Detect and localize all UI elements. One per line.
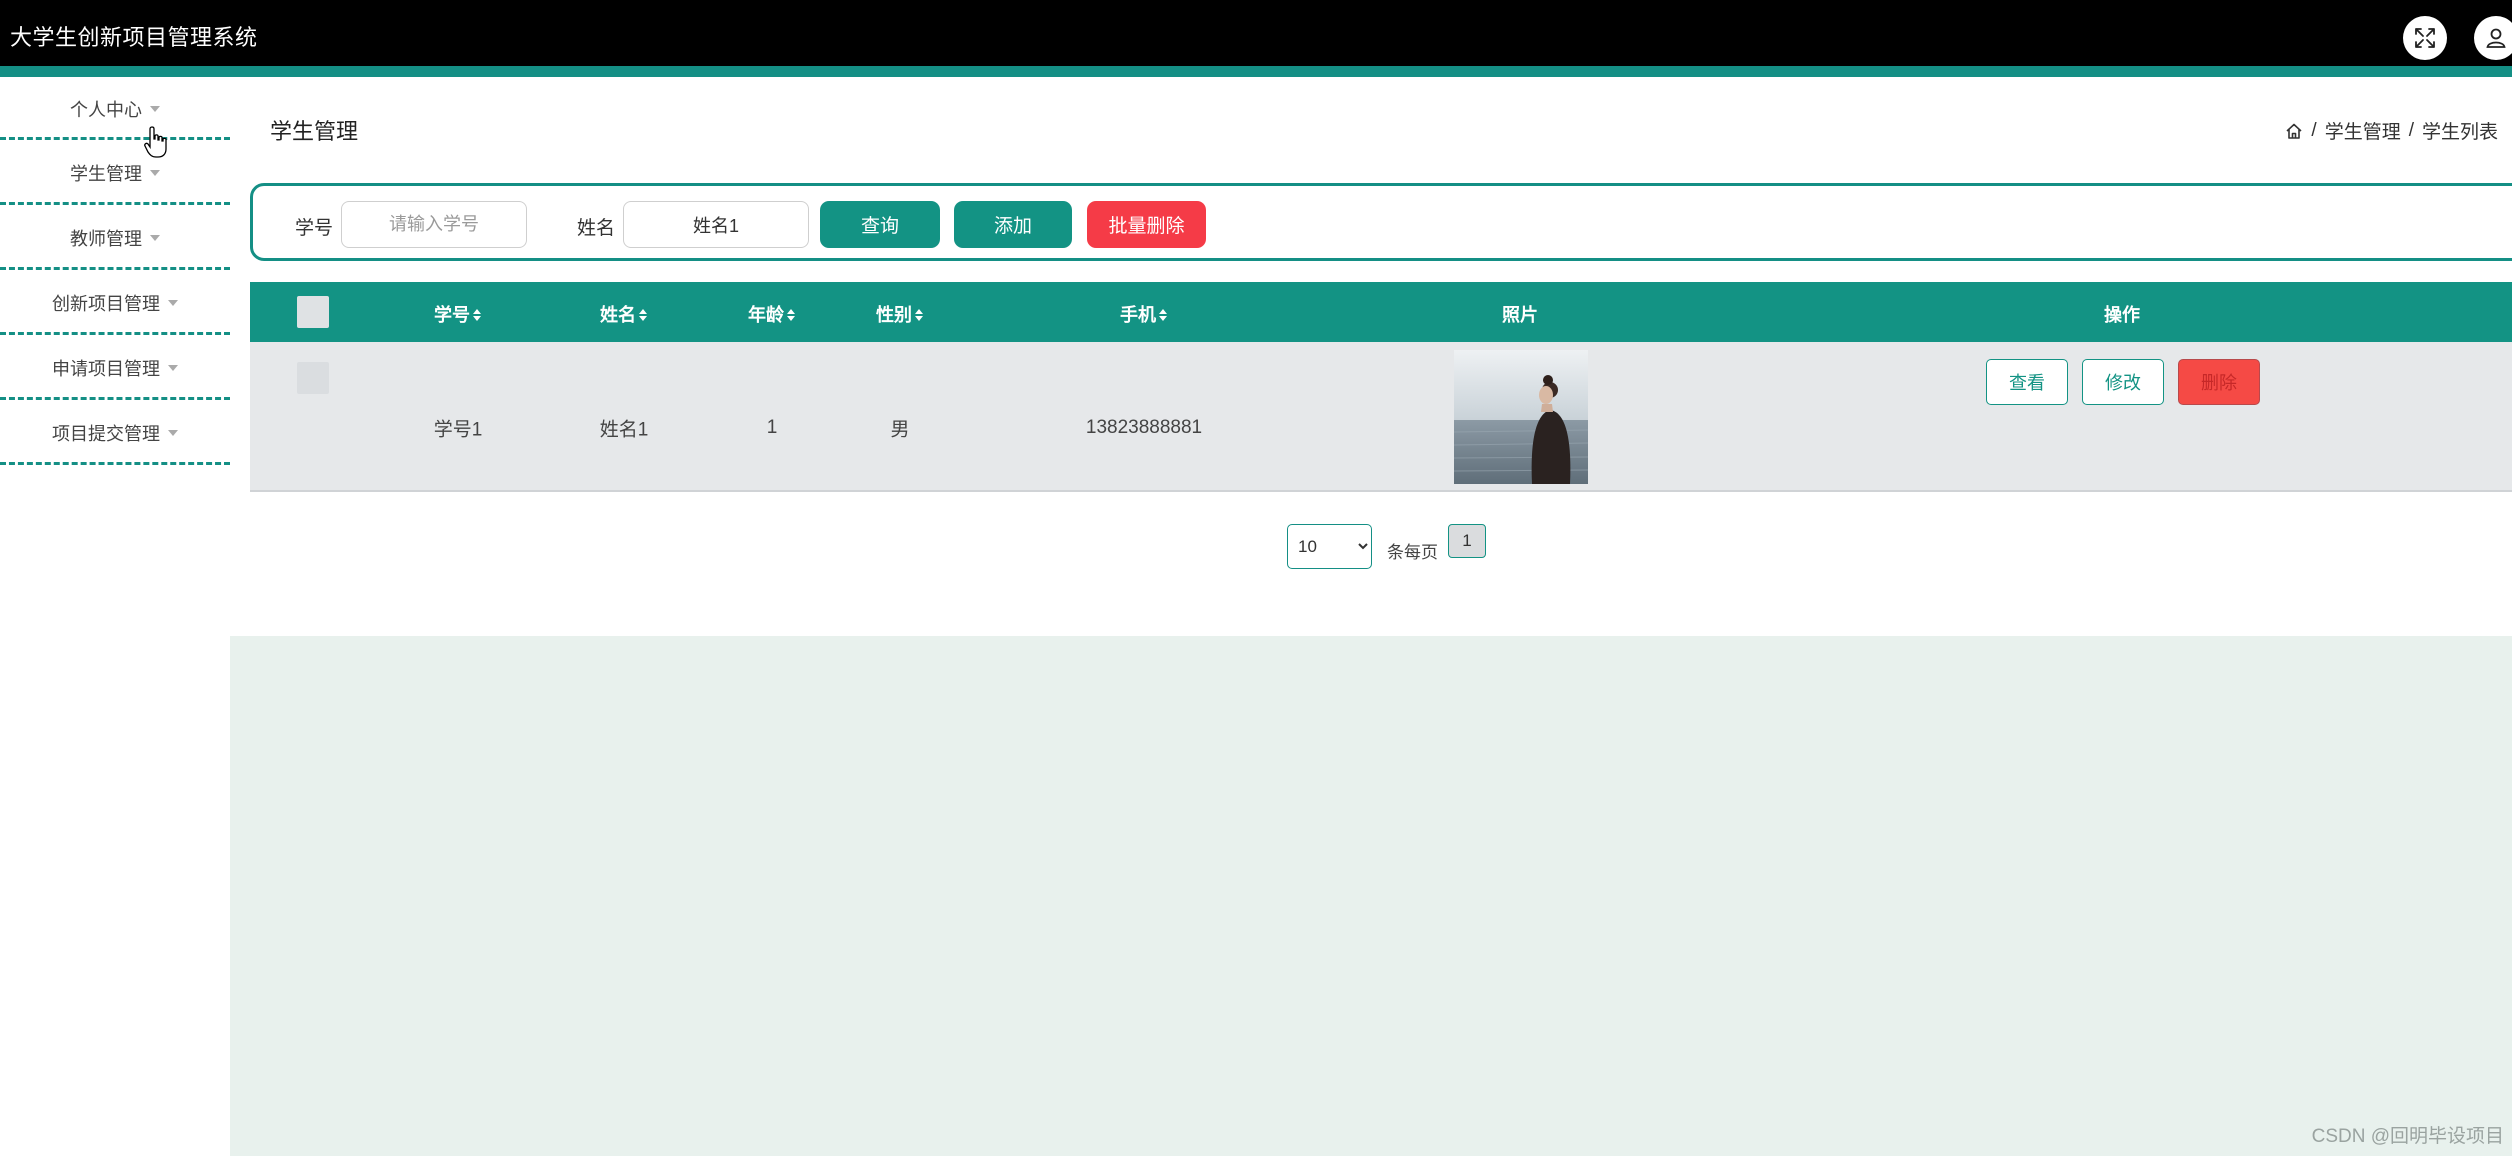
column-header-student-no[interactable]: 学号 xyxy=(434,301,482,327)
cell-gender: 男 xyxy=(890,419,910,441)
cell-age: 1 xyxy=(766,417,778,438)
sidebar-item-label: 学生管理 xyxy=(70,163,142,184)
sidebar-item-label: 创新项目管理 xyxy=(52,293,160,314)
cell-student-no: 学号1 xyxy=(433,419,483,441)
search-panel: 学号 姓名 查询 添加 批量删除 xyxy=(250,183,2512,261)
sort-icon xyxy=(1159,309,1167,321)
hand-cursor-icon xyxy=(144,126,167,158)
sidebar-item-personal-center[interactable]: 个人中心 xyxy=(0,77,230,140)
table-row: 学号1 姓名1 1 男 13823888881 查看 修改 删除 xyxy=(250,342,2512,492)
fullscreen-icon xyxy=(2415,28,2435,48)
caret-down-icon xyxy=(168,299,178,306)
pagination: 10 条每页 1 xyxy=(1287,524,1486,569)
table-header: 学号 姓名 年龄 性别 手机 照片 操作 xyxy=(250,282,2512,342)
sort-icon xyxy=(787,309,795,321)
cell-name: 姓名1 xyxy=(599,419,649,441)
row-checkbox[interactable] xyxy=(297,362,329,394)
sidebar-item-project-submission-management[interactable]: 项目提交管理 xyxy=(0,400,230,465)
caret-down-icon xyxy=(150,234,160,241)
student-photo-image xyxy=(1454,350,1588,484)
per-page-label: 条每页 xyxy=(1387,543,1438,562)
select-all-checkbox[interactable] xyxy=(297,296,329,328)
watermark: CSDN @回明毕设项目 xyxy=(2311,1126,2504,1147)
add-button[interactable]: 添加 xyxy=(954,201,1072,248)
column-header-photo: 照片 xyxy=(1502,305,1538,325)
sort-icon xyxy=(639,309,647,321)
delete-button[interactable]: 删除 xyxy=(2178,359,2260,405)
caret-down-icon xyxy=(150,169,160,176)
caret-down-icon xyxy=(168,364,178,371)
caret-down-icon xyxy=(168,429,178,436)
breadcrumb: / 学生管理 / 学生列表 xyxy=(2285,117,2498,144)
top-bar: 大学生创新项目管理系统 xyxy=(0,0,2512,66)
column-header-gender[interactable]: 性别 xyxy=(876,301,924,327)
sidebar-item-project-application-management[interactable]: 申请项目管理 xyxy=(0,335,230,400)
edit-button[interactable]: 修改 xyxy=(2082,359,2164,405)
breadcrumb-level1[interactable]: 学生管理 xyxy=(2325,117,2401,144)
sidebar-item-innovation-project-management[interactable]: 创新项目管理 xyxy=(0,270,230,335)
sidebar-item-label: 申请项目管理 xyxy=(52,358,160,379)
caret-down-icon xyxy=(150,105,160,112)
sort-icon xyxy=(915,309,923,321)
sidebar-item-label: 教师管理 xyxy=(70,228,142,249)
student-photo[interactable] xyxy=(1454,350,1588,484)
page-size-select[interactable]: 10 xyxy=(1287,524,1372,569)
column-header-actions: 操作 xyxy=(2104,305,2140,325)
batch-delete-button[interactable]: 批量删除 xyxy=(1087,201,1206,248)
sidebar-item-teacher-management[interactable]: 教师管理 xyxy=(0,205,230,270)
breadcrumb-level2: 学生列表 xyxy=(2421,122,2498,143)
sidebar-item-label: 个人中心 xyxy=(70,99,142,120)
breadcrumb-separator: / xyxy=(2408,119,2414,141)
cell-phone: 13823888881 xyxy=(1085,417,1203,438)
student-no-input[interactable] xyxy=(341,201,527,248)
user-icon xyxy=(2486,28,2506,48)
column-header-age[interactable]: 年龄 xyxy=(748,301,796,327)
student-no-label: 学号 xyxy=(295,218,334,239)
name-input[interactable] xyxy=(623,201,809,248)
accent-strip xyxy=(0,66,2512,77)
sidebar: 个人中心 学生管理 教师管理 创新项目管理 申请项目管理 项目提交管理 xyxy=(0,77,230,1156)
view-button[interactable]: 查看 xyxy=(1986,359,2068,405)
home-icon[interactable] xyxy=(2285,122,2303,140)
sidebar-item-student-management[interactable]: 学生管理 xyxy=(0,140,230,205)
app-title: 大学生创新项目管理系统 xyxy=(10,25,258,50)
sort-icon xyxy=(473,309,481,321)
breadcrumb-separator: / xyxy=(2311,119,2317,141)
page-title: 学生管理 xyxy=(270,119,359,144)
content-background: CSDN @回明毕设项目 xyxy=(230,636,2512,1156)
name-label: 姓名 xyxy=(577,218,616,239)
query-button[interactable]: 查询 xyxy=(820,201,940,248)
fullscreen-button[interactable] xyxy=(2403,16,2447,60)
column-header-name[interactable]: 姓名 xyxy=(600,301,648,327)
student-table: 学号 姓名 年龄 性别 手机 照片 操作 学号1 姓名1 1 男 1382388… xyxy=(250,282,2512,492)
page-number-button[interactable]: 1 xyxy=(1448,524,1486,558)
user-button[interactable] xyxy=(2474,16,2512,60)
sidebar-item-label: 项目提交管理 xyxy=(52,423,160,444)
column-header-phone[interactable]: 手机 xyxy=(1120,301,1168,327)
